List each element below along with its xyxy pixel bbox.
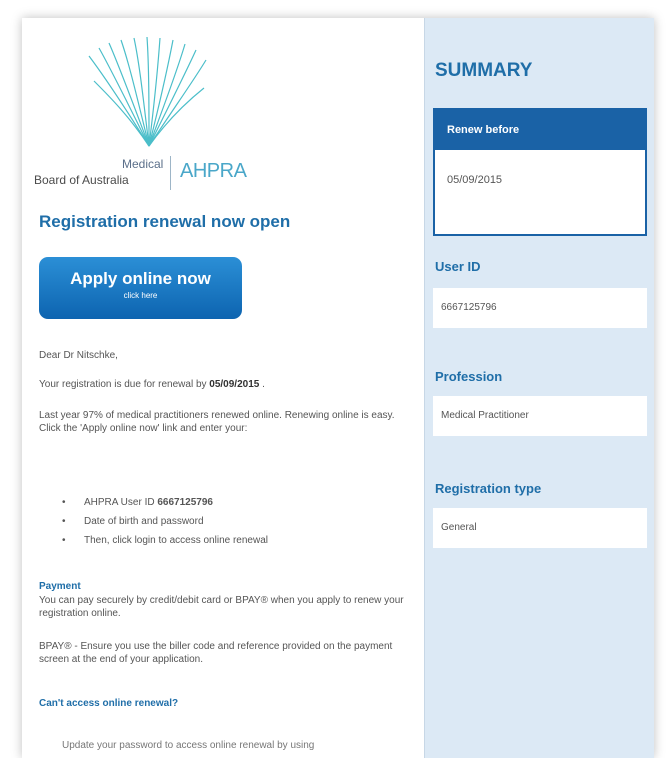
logo-medical-text: Medical (122, 157, 164, 171)
logo-divider (170, 156, 171, 190)
list-item-bold: 6667125796 (157, 497, 213, 508)
list-item: Date of birth and password (62, 512, 268, 531)
due-text: Your registration is due for renewal by (39, 379, 210, 390)
apply-button-label: Apply online now (70, 269, 211, 288)
renew-before-box: Renew before 05/09/2015 (433, 108, 647, 236)
greeting: Dear Dr Nitschke, (39, 350, 118, 361)
renew-before-date: 05/09/2015 (447, 174, 503, 186)
update-password-text: Update your password to access online re… (62, 740, 315, 751)
email-card: Medical Board of Australia AHPRA Registr… (22, 18, 654, 758)
list-item-text: AHPRA User ID (84, 497, 158, 508)
due-suffix: . (259, 379, 265, 390)
due-date: 05/09/2015 (209, 379, 260, 390)
summary-sidebar: SUMMARY Renew before 05/09/2015 User ID … (424, 18, 654, 758)
apply-online-button[interactable]: Apply online now click here (39, 257, 242, 319)
logo-board-text: Board of Australia (34, 173, 129, 187)
page-title: Registration renewal now open (39, 212, 291, 231)
payment-heading: Payment (39, 581, 81, 592)
registration-type-label: Registration type (435, 481, 542, 496)
list-item-text: Date of birth and password (84, 516, 204, 527)
intro-text: Last year 97% of medical practitioners r… (39, 410, 395, 434)
user-id-value: 6667125796 (433, 288, 647, 328)
bpay-text: BPAY® - Ensure you use the biller code a… (39, 641, 393, 665)
logo-ahpra-text: AHPRA (180, 160, 247, 182)
medical-board-logo: Medical Board of Australia AHPRA (34, 36, 274, 190)
email-main-column: Medical Board of Australia AHPRA Registr… (22, 18, 424, 758)
list-item: AHPRA User ID 6667125796 (62, 493, 268, 512)
renew-before-label: Renew before (435, 110, 645, 150)
login-steps-list: AHPRA User ID 6667125796 Date of birth a… (62, 493, 268, 550)
profession-label: Profession (435, 369, 503, 384)
list-item-text: Then, click login to access online renew… (84, 535, 268, 546)
user-id-label: User ID (435, 259, 481, 274)
profession-value: Medical Practitioner (433, 396, 647, 436)
cant-access-heading: Can't access online renewal? (39, 698, 179, 709)
fan-logo-icon (88, 36, 207, 147)
payment-text: You can pay securely by credit/debit car… (39, 595, 404, 619)
summary-title: SUMMARY (435, 60, 533, 81)
registration-type-value: General (433, 508, 647, 548)
list-item: Then, click login to access online renew… (62, 531, 268, 550)
apply-button-sublabel: click here (123, 291, 158, 300)
due-notice: Your registration is due for renewal by … (39, 378, 414, 391)
